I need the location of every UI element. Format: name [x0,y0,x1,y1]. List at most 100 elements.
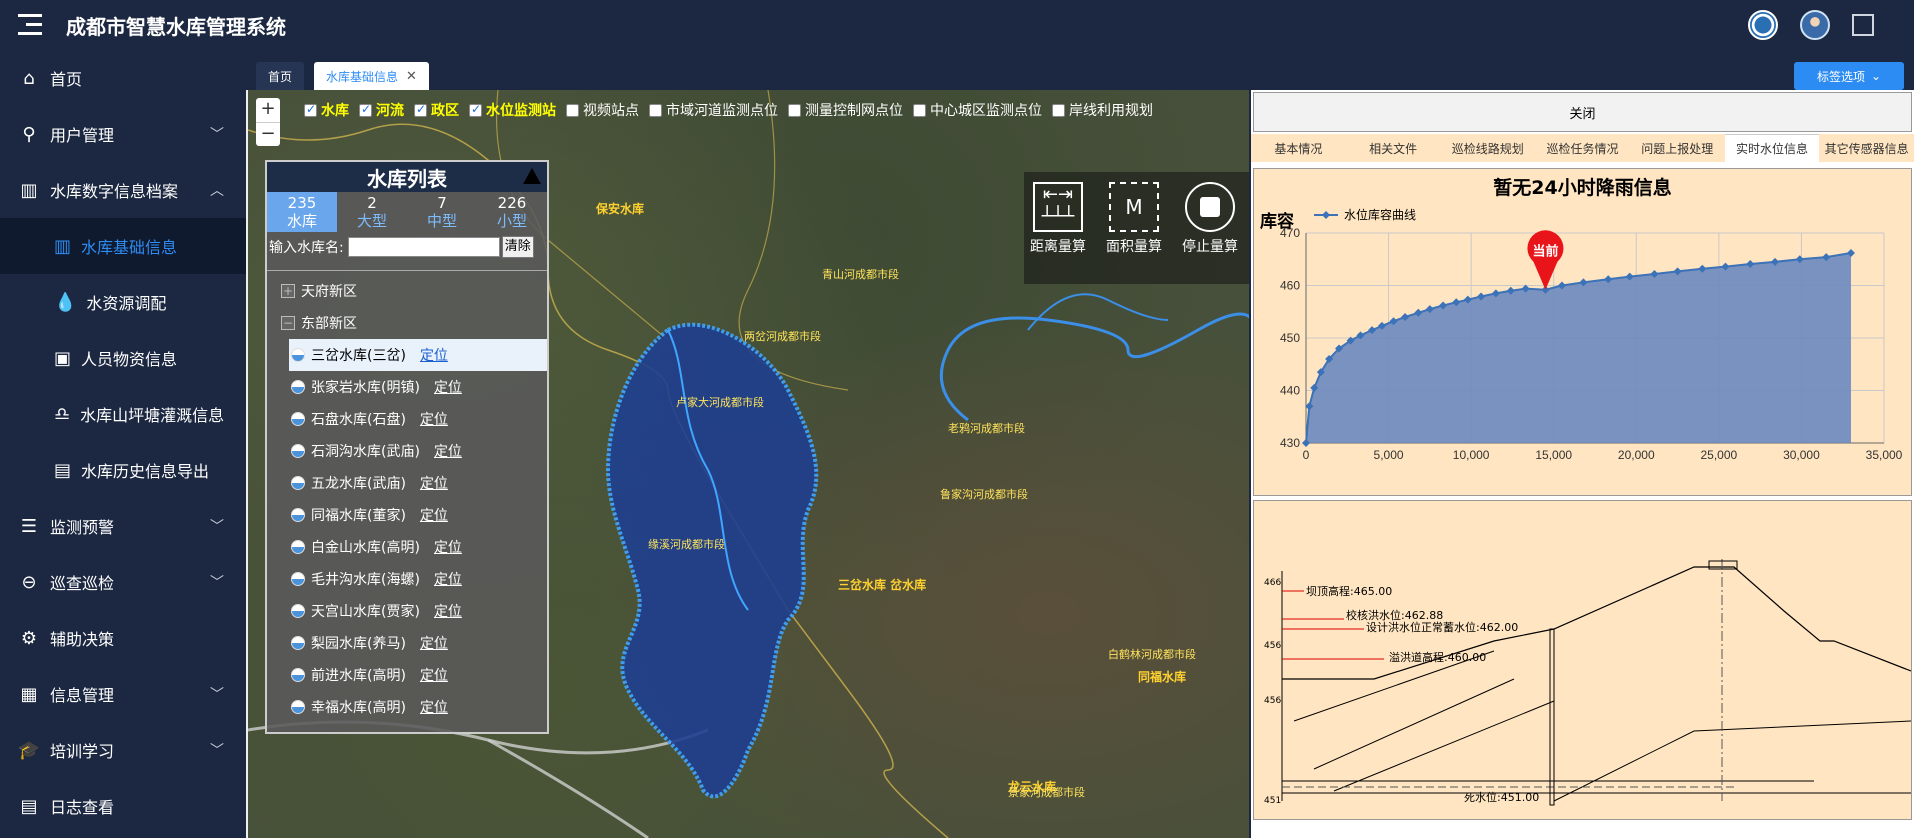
locate-link[interactable]: 定位 [434,537,462,557]
area-icon: M [1109,182,1159,232]
chevron-down-icon: ﹀ [210,575,224,591]
stat-large[interactable]: 2 大型 [337,192,407,232]
sidebar-item-archives[interactable]: ▥ 水库数字信息档案 ︿ [0,162,246,218]
reservoir-list-item[interactable]: 同福水库(董家) 定位 [267,499,547,531]
reservoir-list-item[interactable]: 幸福水库(高明) 定位 [267,691,547,723]
sidebar-subitem-personnel[interactable]: ▣ 人员物资信息 [0,330,246,386]
checkbox[interactable] [1052,103,1065,117]
layer-center-monitor[interactable]: 中心城区监测点位 [913,100,1042,120]
menu-toggle-icon[interactable] [18,14,42,36]
locate-link[interactable]: 定位 [434,601,462,621]
layer-shoreline[interactable]: 岸线利用规划 [1052,100,1153,120]
checkbox[interactable] [566,103,579,117]
reservoir-name: 梨园水库(养马) [311,636,406,652]
collapse-minus-icon[interactable]: − [281,316,295,330]
tree-group-tianfu[interactable]: + 天府新区 [267,275,547,307]
detail-tab[interactable]: 巡检任务情况 [1535,134,1630,162]
y-axis-title: 库容 [1260,211,1294,232]
locate-link[interactable]: 定位 [420,473,448,493]
tab-basic-info[interactable]: 水库基础信息 ✕ [314,62,429,90]
reservoir-list-item[interactable]: 石洞沟水库(武庙) 定位 [267,435,547,467]
sidebar-item-logs[interactable]: ▤ 日志查看 [0,778,246,834]
checkbox[interactable] [649,103,662,117]
map-label-reservoir[interactable]: 同福水库 [1138,668,1186,685]
zoom-out-button[interactable]: − [256,122,280,146]
reservoir-list-item[interactable]: 五龙水库(武庙) 定位 [267,467,547,499]
reservoir-list-item[interactable]: 前进水库(高明) 定位 [267,659,547,691]
reservoir-list-item[interactable]: 天宫山水库(贾家) 定位 [267,595,547,627]
sidebar-subitem-basic-info[interactable]: ▥ 水库基础信息 [0,218,246,274]
fullscreen-icon[interactable] [1852,14,1874,36]
area-measure-button[interactable]: M 面积量算 [1104,182,1164,256]
map-label-reservoir[interactable]: 三岔水库 岔水库 [838,576,926,593]
detail-tab[interactable]: 问题上报处理 [1629,134,1725,162]
reservoir-list-item[interactable]: 三岔水库(三岔) 定位 [289,339,547,371]
layer-water-station[interactable]: 水位监测站 [469,100,556,120]
sidebar-item-decision[interactable]: ⚙ 辅助决策 [0,610,246,666]
checkbox[interactable] [788,103,801,117]
locate-link[interactable]: 定位 [434,441,462,461]
reservoir-list-item[interactable]: 石盘水库(石盘) 定位 [267,403,547,435]
sidebar-item-home[interactable]: ⌂ 首页 [0,50,246,106]
map-label-river: 老鸦河成都市段 [948,422,1025,435]
reservoir-list-item[interactable]: 梨园水库(养马) 定位 [267,627,547,659]
reservoir-list-item[interactable]: 毛井沟水库(海螺) 定位 [267,563,547,595]
reservoir-list-item[interactable]: 白金山水库(高明) 定位 [267,531,547,563]
sidebar-item-monitoring[interactable]: ☰ 监测预警 ﹀ [0,498,246,554]
zoom-in-button[interactable]: + [256,98,280,122]
checkbox[interactable] [913,103,926,117]
stat-medium[interactable]: 7 中型 [407,192,477,232]
locate-link[interactable]: 定位 [434,569,462,589]
close-icon[interactable]: ✕ [406,69,417,84]
layer-reservoir[interactable]: 水库 [304,100,349,120]
checkbox[interactable] [469,102,482,117]
locate-link[interactable]: 定位 [420,345,448,365]
locate-link[interactable]: 定位 [420,665,448,685]
layer-label: 河流 [376,103,404,119]
avatar[interactable] [1800,10,1830,40]
layer-district[interactable]: 政区 [414,100,459,120]
reservoir-list-item[interactable]: 张家岩水库(明镇) 定位 [267,371,547,403]
sidebar-subitem-history-export[interactable]: ▤ 水库历史信息导出 [0,442,246,498]
checkbox[interactable] [414,102,427,117]
tree-group-dongbu[interactable]: − 东部新区 [267,307,547,339]
detail-tab[interactable]: 基本情况 [1251,134,1346,162]
close-button[interactable]: 关闭 [1253,92,1912,132]
map-label-reservoir[interactable]: 保安水库 [596,200,644,217]
clear-button[interactable]: 清除 [501,236,534,258]
sidebar-subitem-irrigation[interactable]: ♎ 水库山坪塘灌溉信息 [0,386,246,442]
expand-plus-icon[interactable]: + [281,284,295,298]
sidebar-item-patrol[interactable]: ⊖ 巡查巡检 ﹀ [0,554,246,610]
locate-link[interactable]: 定位 [420,505,448,525]
locate-link[interactable]: 定位 [420,633,448,653]
locate-link[interactable]: 定位 [420,409,448,429]
tab-label: 水库基础信息 [326,69,399,84]
detail-tab[interactable]: 实时水位信息 [1724,134,1820,162]
locate-link[interactable]: 定位 [420,697,448,717]
tag-options-button[interactable]: 标签选项 ⌄ [1794,62,1904,90]
sidebar-subitem-water-dispatch[interactable]: 💧 水资源调配 [0,274,246,330]
collapse-triangle-icon[interactable] [523,168,541,184]
layer-survey-control[interactable]: 测量控制网点位 [788,100,903,120]
stop-measure-button[interactable]: 停止量算 [1180,182,1240,256]
reservoir-name-input[interactable] [347,237,500,257]
stat-small[interactable]: 226 小型 [477,192,547,232]
reservoir-name: 前进水库(高明) [311,668,406,684]
layer-video[interactable]: 视频站点 [566,100,639,120]
checkbox[interactable] [359,102,372,117]
detail-tab[interactable]: 巡检线路规划 [1440,134,1536,162]
tab-home[interactable]: 首页 [256,62,305,90]
logo-icon[interactable] [1748,10,1778,40]
level-label: 溢洪道高程:460.00 [1389,650,1486,664]
sidebar-item-info-mgmt[interactable]: ▦ 信息管理 ﹀ [0,666,246,722]
checkbox[interactable] [304,102,317,117]
sidebar-item-users[interactable]: ⚲ 用户管理 ﹀ [0,106,246,162]
distance-measure-button[interactable]: ⇤⇥ ┴┴┴ 距离量算 [1028,182,1088,256]
locate-link[interactable]: 定位 [434,377,462,397]
layer-river[interactable]: 河流 [359,100,404,120]
layer-river-monitor[interactable]: 市域河道监测点位 [649,100,778,120]
detail-tab[interactable]: 其它传感器信息 [1819,134,1914,162]
detail-tab[interactable]: 相关文件 [1345,134,1441,162]
stat-all[interactable]: 235 水库 [267,192,337,232]
sidebar-item-training[interactable]: 🎓 培训学习 ﹀ [0,722,246,778]
